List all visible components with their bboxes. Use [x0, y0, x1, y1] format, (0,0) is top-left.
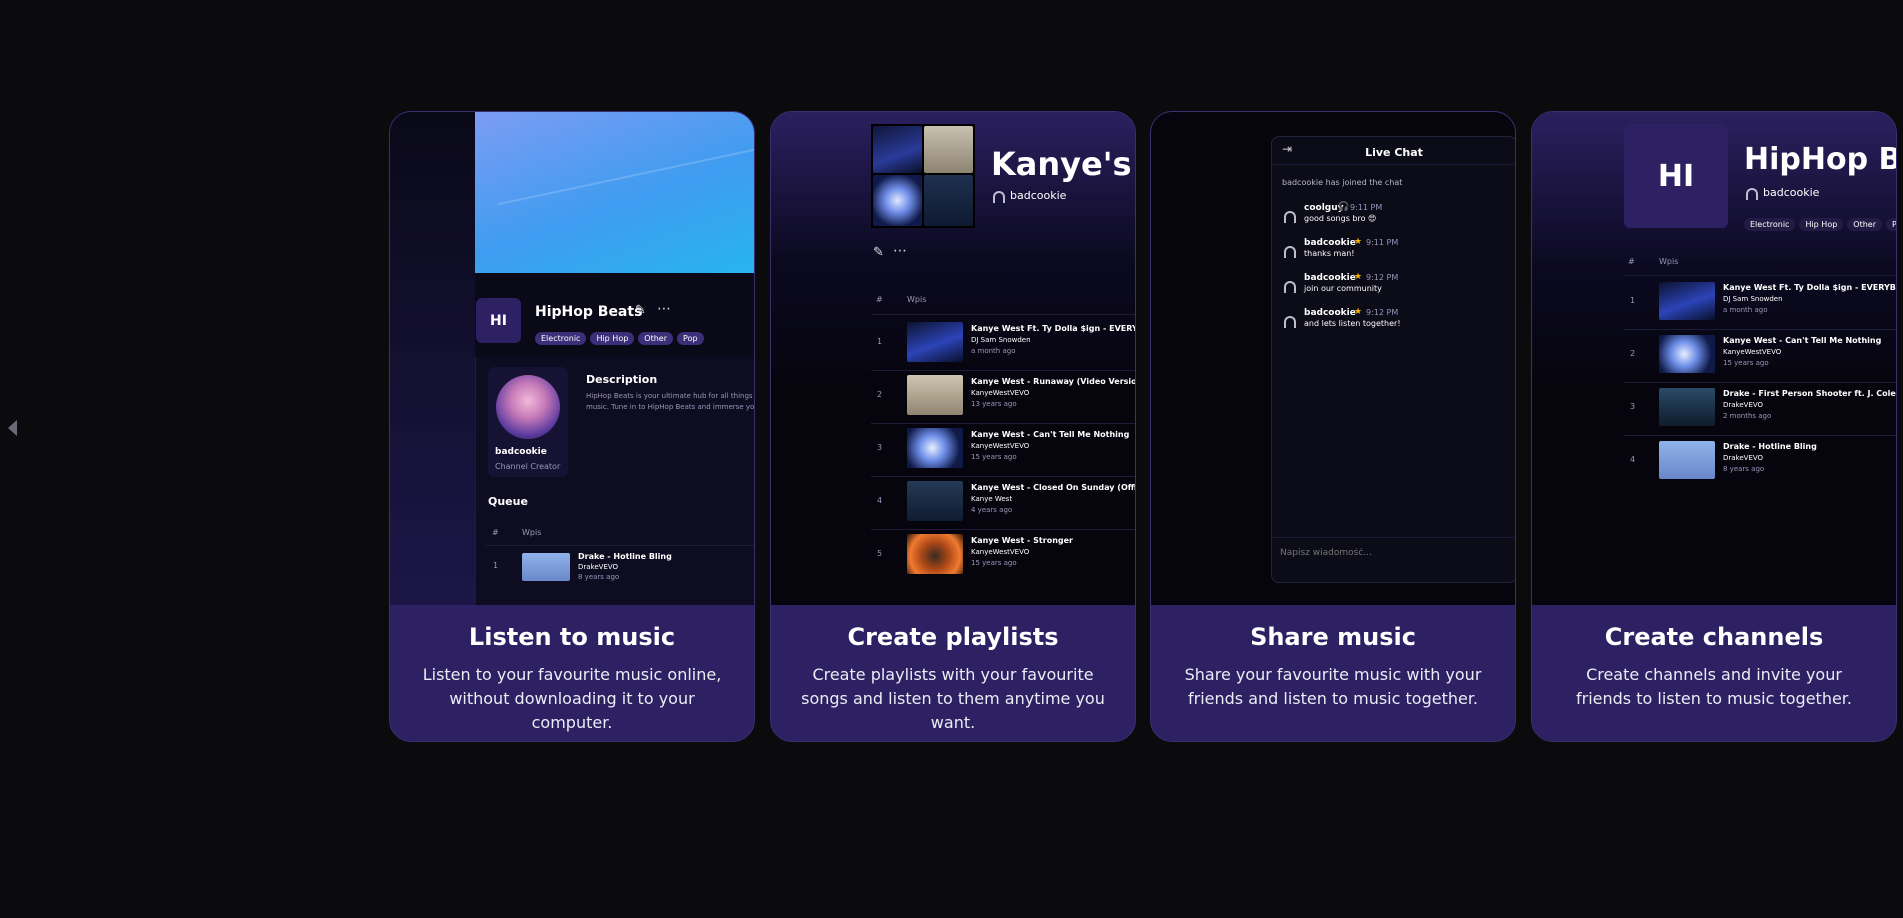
channel-main: HI HipHop Beats ✎ ⋯ Electronic Hip Hop Oth…	[475, 273, 754, 605]
feature-text: Create channels and invite your friends …	[1576, 665, 1852, 708]
tag[interactable]: Electronic	[535, 332, 587, 345]
track-row[interactable]: 3 Drake - First Person Shooter ft. J. Co…	[1624, 382, 1896, 434]
feature-caption: Listen to music Listen to your favourite…	[390, 605, 754, 741]
playlist-preview: Kanye's Be badcookie ✎ ⋯ # Wpis 1 Kanye …	[771, 112, 1135, 605]
tag[interactable]: Electronic	[1744, 218, 1796, 231]
description-heading: Description	[586, 373, 658, 386]
channel-list-preview: HI HipHop Be badcookie ElectronicHip Hop…	[1532, 112, 1896, 605]
headphones-icon	[993, 191, 1005, 203]
channel-preview: HI HipHop Beats ✎ ⋯ Electronic Hip Hop Oth…	[390, 112, 754, 605]
channel-banner	[475, 112, 754, 273]
tag[interactable]: Other	[638, 332, 674, 345]
chat-preview: ⇥ Live Chat badcookie has joined the cha…	[1151, 112, 1515, 605]
feature-title: Create playlists	[847, 623, 1059, 651]
tag[interactable]: Pop	[677, 332, 704, 345]
edit-icon[interactable]: ✎	[873, 245, 884, 260]
edit-icon[interactable]: ✎	[635, 303, 646, 318]
channel-owner[interactable]: badcookie	[1763, 186, 1819, 199]
queue-row[interactable]: 1 Drake - Hotline Bling DrakeVEVO 8 year…	[476, 549, 754, 589]
track-thumbnail	[907, 428, 963, 468]
track-thumbnail	[1659, 388, 1715, 426]
playlist-owner[interactable]: badcookie	[1010, 189, 1066, 202]
system-message: badcookie has joined the chat	[1282, 178, 1403, 187]
feature-caption: Create playlists Create playlists with y…	[771, 605, 1135, 741]
track-thumbnail	[907, 534, 963, 574]
star-icon: ★	[1354, 307, 1363, 317]
track-row[interactable]: 2 Kanye West - Runaway (Video Version Ka…	[871, 370, 1135, 422]
track-row[interactable]: 4 Drake - Hotline Bling DrakeVEVO 8 year…	[1624, 435, 1896, 487]
track-row[interactable]: 1 Kanye West Ft. Ty Dolla $ign - EVERYBO…	[1624, 276, 1896, 328]
chat-message: badcookie ★ 9:12 PM and lets listen toge…	[1272, 307, 1515, 336]
creator-card[interactable]: badcookie Channel Creator	[488, 367, 568, 477]
column-title-header: Wpis	[907, 295, 927, 304]
more-icon[interactable]: ⋯	[657, 301, 671, 317]
carousel-prev-button[interactable]	[8, 420, 17, 436]
feature-title: Listen to music	[468, 623, 676, 651]
feature-text: Share your favourite music with your fri…	[1184, 665, 1482, 708]
feature-text: Listen to your favourite music online, w…	[422, 665, 722, 732]
feature-title: Share music	[1250, 623, 1416, 651]
track-row[interactable]: 1 Kanye West Ft. Ty Dolla $ign - EVERYB …	[871, 317, 1135, 369]
track-row[interactable]: 2 Kanye West - Can't Tell Me Nothing Kan…	[1624, 329, 1896, 381]
star-icon: ★	[1354, 272, 1363, 282]
headphones-icon: 🎧	[1338, 202, 1350, 212]
feature-card-share: ⇥ Live Chat badcookie has joined the cha…	[1150, 111, 1516, 742]
tag[interactable]: Hip Hop	[590, 332, 635, 345]
feature-card-listen: HI HipHop Beats ✎ ⋯ Electronic Hip Hop Oth…	[389, 111, 755, 742]
creator-name: badcookie	[495, 447, 547, 457]
live-chat-panel: ⇥ Live Chat badcookie has joined the cha…	[1271, 136, 1515, 583]
feature-caption: Create channels Create channels and invi…	[1532, 605, 1896, 741]
creator-avatar	[496, 375, 560, 439]
more-icon[interactable]: ⋯	[893, 243, 907, 259]
column-number-header: #	[492, 528, 499, 537]
tag[interactable]: Pop	[1886, 218, 1896, 231]
column-number-header: #	[1628, 257, 1635, 266]
feature-caption: Share music Share your favourite music w…	[1151, 605, 1515, 741]
star-icon: ★	[1354, 237, 1363, 247]
track-row[interactable]: 3 Kanye West - Can't Tell Me Nothing Kan…	[871, 423, 1135, 475]
user-avatar-icon	[1284, 316, 1296, 328]
channel-avatar: HI	[476, 298, 521, 343]
chat-message-input[interactable]	[1278, 541, 1512, 565]
channel-avatar: HI	[1624, 124, 1728, 228]
track-thumbnail	[1659, 335, 1715, 373]
tag-list: ElectronicHip HopOtherPop	[535, 326, 708, 345]
feature-text: Create playlists with your favourite son…	[801, 665, 1105, 732]
track-thumbnail	[1659, 282, 1715, 320]
chat-message: badcookie ★ 9:12 PM join our community	[1272, 272, 1515, 301]
feature-card-channels: HI HipHop Be badcookie ElectronicHip Hop…	[1531, 111, 1897, 742]
track-thumbnail	[1659, 441, 1715, 479]
tag-list: ElectronicHip HopOtherPop	[1744, 212, 1896, 231]
track-thumbnail	[907, 322, 963, 362]
user-avatar-icon	[1284, 246, 1296, 258]
queue-heading: Queue	[488, 495, 528, 508]
channel-title: HipHop Be	[1744, 142, 1896, 177]
sidebar	[390, 112, 475, 605]
user-avatar-icon	[1284, 281, 1296, 293]
track-row[interactable]: 5 Kanye West - Stronger KanyeWestVEVO 15…	[871, 529, 1135, 581]
tag[interactable]: Hip Hop	[1799, 218, 1844, 231]
creator-role: Channel Creator	[495, 462, 561, 471]
track-thumbnail	[907, 375, 963, 415]
playlist-cover	[871, 124, 975, 228]
chat-title: Live Chat	[1365, 146, 1423, 159]
track-row[interactable]: 4 Kanye West - Closed On Sunday (Offic K…	[871, 476, 1135, 528]
tag[interactable]: Other	[1847, 218, 1883, 231]
chat-message: coolguy 🎧 9:11 PM good songs bro 😍	[1272, 202, 1515, 231]
column-title-header: Wpis	[522, 528, 542, 537]
description-text: HipHop Beats is your ultimate hub for al…	[586, 392, 754, 411]
channel-name: HipHop Beats	[535, 304, 643, 320]
track-thumbnail	[907, 481, 963, 521]
feature-card-playlists: Kanye's Be badcookie ✎ ⋯ # Wpis 1 Kanye …	[770, 111, 1136, 742]
track-thumbnail	[522, 553, 570, 581]
column-number-header: #	[876, 295, 883, 304]
column-title-header: Wpis	[1659, 257, 1679, 266]
chat-message: badcookie ★ 9:11 PM thanks man!	[1272, 237, 1515, 266]
user-avatar-icon	[1284, 211, 1296, 223]
headphones-icon	[1746, 188, 1758, 200]
playlist-title: Kanye's Be	[991, 145, 1135, 183]
feature-title: Create channels	[1604, 623, 1824, 651]
